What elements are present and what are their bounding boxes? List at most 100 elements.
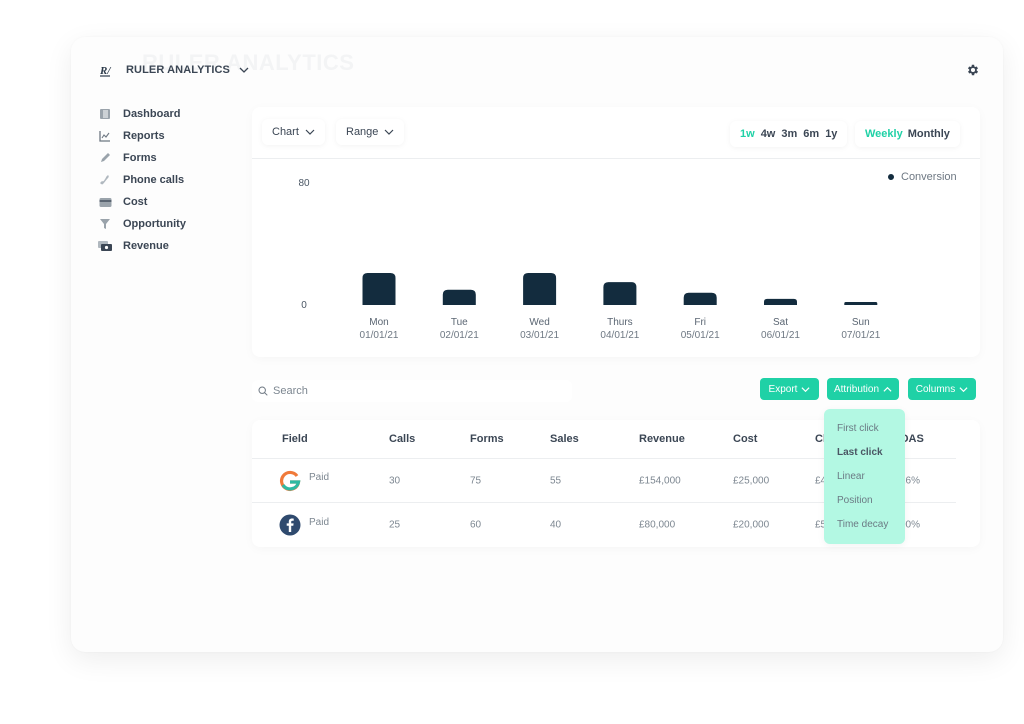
search-field[interactable] <box>252 380 572 402</box>
y-tick-label: 80 <box>298 178 310 189</box>
cost-icon <box>98 195 112 209</box>
range-label: Range <box>346 126 379 138</box>
range-option-1y[interactable]: 1y <box>825 128 837 140</box>
x-tick-day: Sun <box>852 317 870 328</box>
column-header-revenue[interactable]: Revenue <box>639 433 685 445</box>
sidebar-item-label: Reports <box>123 130 165 142</box>
attribution-label: Attribution <box>833 383 880 395</box>
chevron-down-icon <box>239 67 249 73</box>
x-tick-day: Wed <box>529 317 549 328</box>
attribution-option-position[interactable]: Position <box>824 495 905 519</box>
revenue-value: £80,000 <box>639 519 676 531</box>
sidebar-item-revenue[interactable]: Revenue <box>98 235 186 257</box>
dashboard-icon <box>98 107 112 121</box>
x-tick-date: 05/01/21 <box>681 330 720 341</box>
x-tick-day: Mon <box>369 317 388 328</box>
legend-swatch <box>888 174 894 180</box>
forms-value: 75 <box>470 475 482 486</box>
columns-button[interactable]: Columns <box>908 378 976 400</box>
sidebar-item-dashboard[interactable]: Dashboard <box>98 103 186 125</box>
period-option-weekly[interactable]: Weekly <box>865 128 903 140</box>
attribution-button[interactable]: Attribution <box>827 378 899 400</box>
revenue-value: £154,000 <box>639 475 681 486</box>
attribution-option-last-click[interactable]: Last click <box>824 447 905 471</box>
svg-text:R/: R/ <box>99 65 111 77</box>
sidebar-item-label: Phone calls <box>123 174 185 186</box>
bar-mon[interactable] <box>362 272 396 305</box>
column-header-sales[interactable]: Sales <box>550 433 579 445</box>
column-header-calls[interactable]: Calls <box>389 433 415 445</box>
column-header-field[interactable]: Field <box>282 433 308 445</box>
bar-tue[interactable] <box>442 289 476 305</box>
phone-icon <box>98 173 112 187</box>
workspace-switcher[interactable]: R/ RULER ANALYTICS <box>98 62 250 78</box>
forms-icon <box>98 151 112 165</box>
chart-type-dropdown[interactable]: Chart <box>262 119 325 145</box>
bar-sun[interactable] <box>844 301 878 305</box>
columns-label: Columns <box>915 383 956 395</box>
x-tick-date: 02/01/21 <box>440 330 479 341</box>
range-dropdown[interactable]: Range <box>336 119 405 145</box>
range-option-4w[interactable]: 4w <box>761 128 776 140</box>
sidebar-item-label: Dashboard <box>123 108 181 120</box>
ruler-logo-icon: R/ <box>98 62 118 78</box>
chart-panel-header: Chart Range 1w 4w 3m 6m 1y Weekly Monthl… <box>252 107 980 159</box>
time-range-selector: 1w 4w 3m 6m 1y <box>730 121 848 147</box>
export-button[interactable]: Export <box>760 378 819 400</box>
chart-legend: Conversion <box>888 171 957 183</box>
conversion-chart: 0 80 Mon 01/01/21 Tue 02/01/21 Wed 03/01/21 Thur… <box>252 159 980 357</box>
range-option-1w[interactable]: 1w <box>740 128 755 140</box>
cost-value: £25,000 <box>733 475 770 486</box>
range-option-6m[interactable]: 6m <box>803 128 819 140</box>
bar-chart-canvas: 0 80 Mon 01/01/21 Tue 02/01/21 Wed 03/01/21 Thur… <box>298 178 880 341</box>
x-tick-day: Sat <box>773 317 788 328</box>
sidebar-item-reports[interactable]: Reports <box>98 125 186 147</box>
period-option-monthly[interactable]: Monthly <box>908 128 950 140</box>
sidebar-item-cost[interactable]: Cost <box>98 191 186 213</box>
sidebar-item-opportunity[interactable]: Opportunity <box>98 213 186 235</box>
sales-value: 40 <box>550 519 562 531</box>
bar-wed[interactable] <box>523 272 557 305</box>
sidebar-item-label: Opportunity <box>123 218 186 230</box>
field-label: Paid <box>309 472 330 483</box>
facebook-icon <box>279 514 301 536</box>
sidebar-item-label: Forms <box>123 152 157 164</box>
calls-value: 25 <box>389 519 401 531</box>
period-selector: Weekly Monthly <box>855 121 960 147</box>
opportunity-icon <box>98 217 112 231</box>
chevron-down-icon <box>384 129 394 135</box>
export-label: Export <box>768 383 798 395</box>
cost-value: £20,000 <box>733 519 770 531</box>
column-header-forms[interactable]: Forms <box>470 433 504 445</box>
bar-sat[interactable] <box>764 298 797 305</box>
x-tick-date: 07/01/21 <box>841 330 880 341</box>
x-tick-date: 04/01/21 <box>600 330 639 341</box>
field-cell: Paid <box>279 514 329 536</box>
x-tick-day: Fri <box>694 317 706 328</box>
field-cell: Paid <box>279 470 329 492</box>
x-tick-day: Thurs <box>607 317 633 328</box>
attribution-option-linear[interactable]: Linear <box>824 471 905 495</box>
sales-value: 55 <box>550 475 562 486</box>
forms-value: 60 <box>470 519 482 531</box>
sidebar-nav: Dashboard Reports Forms Phone calls Cost… <box>98 103 186 257</box>
range-option-3m[interactable]: 3m <box>781 128 797 140</box>
revenue-icon <box>98 239 112 253</box>
x-tick-date: 03/01/21 <box>520 330 559 341</box>
bar-fri[interactable] <box>683 292 717 305</box>
column-header-cost[interactable]: Cost <box>733 433 757 445</box>
sidebar-item-forms[interactable]: Forms <box>98 147 186 169</box>
sidebar-item-phone-calls[interactable]: Phone calls <box>98 169 186 191</box>
attribution-dropdown-menu: First click Last click Linear Position T… <box>824 409 905 544</box>
search-input[interactable] <box>273 385 553 397</box>
sidebar-item-label: Revenue <box>123 240 169 252</box>
bar-thurs[interactable] <box>603 282 637 305</box>
attribution-option-time-decay[interactable]: Time decay <box>824 519 905 543</box>
reports-icon <box>98 129 112 143</box>
settings-gear-icon[interactable] <box>966 63 980 77</box>
x-tick-date: 06/01/21 <box>761 330 800 341</box>
sidebar-item-label: Cost <box>123 196 148 208</box>
x-tick-date: 01/01/21 <box>360 330 399 341</box>
attribution-option-first-click[interactable]: First click <box>824 423 905 447</box>
legend-label: Conversion <box>901 171 957 183</box>
